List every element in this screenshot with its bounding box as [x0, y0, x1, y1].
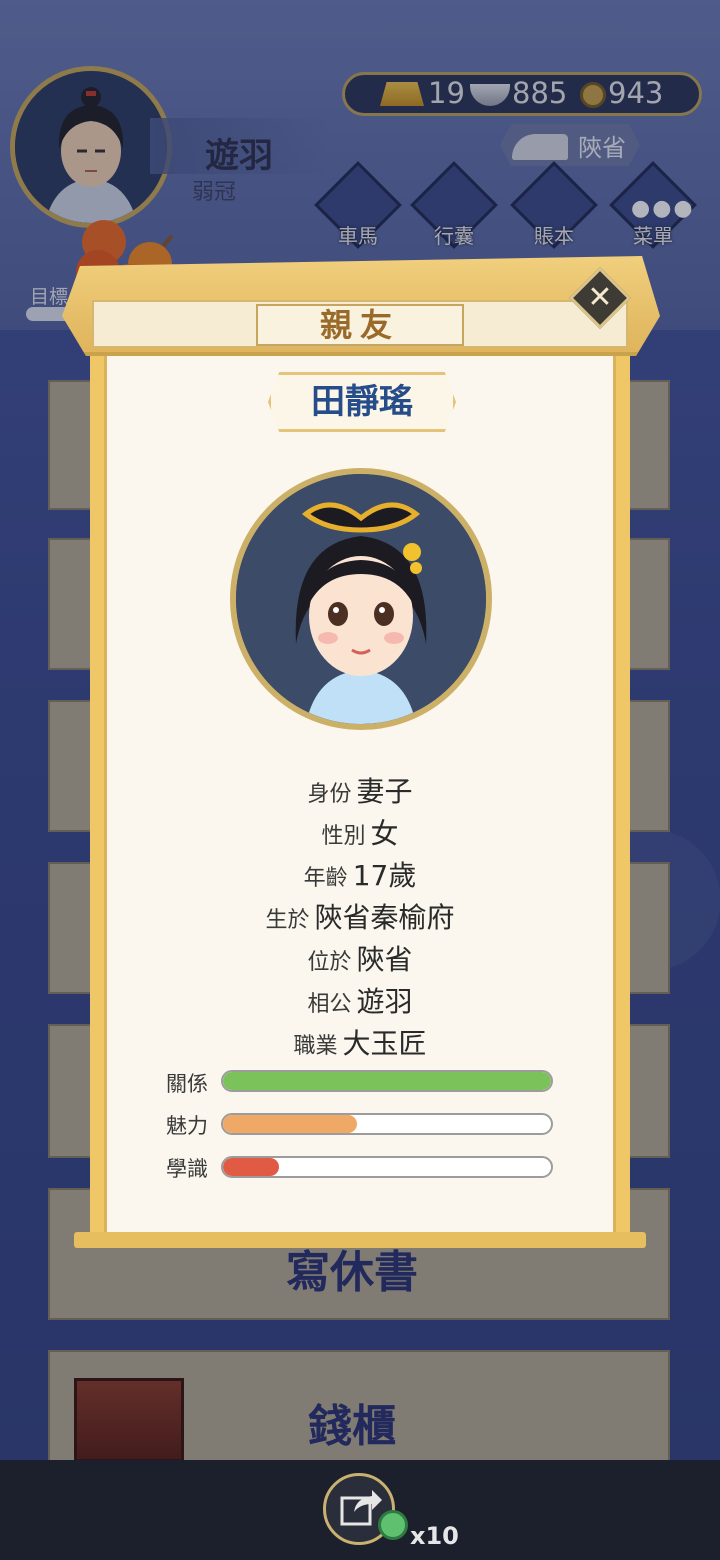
charm-bar-fill	[223, 1115, 358, 1133]
person-portrait	[230, 468, 492, 730]
share-reward-count: x10	[410, 1522, 459, 1550]
info-row-birthplace: 生於 陝省秦榆府	[104, 896, 616, 936]
stat-label-relationship: 關係	[166, 1072, 208, 1096]
info-value: 陝省秦榆府	[314, 901, 455, 934]
knowledge-bar-fill	[223, 1158, 279, 1176]
info-label: 性別	[321, 824, 366, 849]
charm-bar	[221, 1113, 553, 1135]
knowledge-bar	[221, 1156, 553, 1178]
info-label: 身份	[307, 782, 352, 807]
info-label: 年齡	[303, 866, 348, 891]
info-value: 妻子	[356, 775, 413, 808]
info-value: 女	[370, 817, 399, 850]
info-row-gender: 性別 女	[104, 812, 616, 852]
info-value: 陝省	[356, 943, 413, 976]
info-row-age: 年齡 17歲	[104, 854, 616, 894]
modal-title: 親友	[319, 306, 400, 344]
stat-label-charm: 魅力	[166, 1114, 208, 1138]
info-value: 遊羽	[356, 985, 413, 1018]
info-label: 生於	[265, 908, 310, 933]
stat-label-knowledge: 學識	[166, 1157, 208, 1181]
relationship-bar	[221, 1070, 553, 1092]
info-label: 相公	[307, 992, 352, 1017]
info-row-occupation: 職業 大玉匠	[104, 1022, 616, 1062]
wife-portrait-icon	[236, 474, 486, 724]
info-label: 職業	[293, 1034, 338, 1059]
info-row-location: 位於 陝省	[104, 938, 616, 978]
info-row-husband: 相公 遊羽	[104, 980, 616, 1020]
person-name: 田靜瑤	[311, 382, 413, 422]
info-value: 大玉匠	[342, 1027, 427, 1060]
info-label: 位於	[307, 950, 352, 975]
modal-scroll-bottom	[74, 1232, 646, 1248]
info-row-identity: 身份 妻子	[104, 770, 616, 810]
jade-token-icon	[378, 1510, 408, 1540]
relationship-bar-fill	[223, 1072, 551, 1090]
close-icon: ✕	[587, 280, 613, 315]
info-value: 17歲	[352, 859, 417, 892]
